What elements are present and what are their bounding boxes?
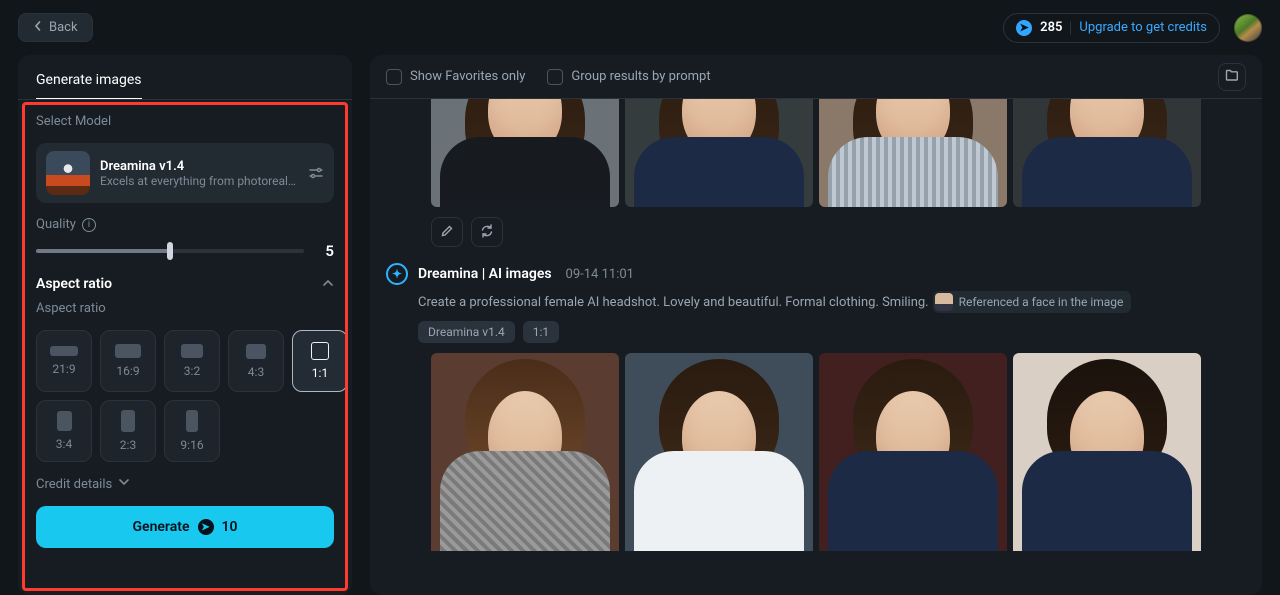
credit-details-label: Credit details [36, 477, 112, 492]
aspect-ratio-grid: 21:9 16:9 3:2 4:3 1:1 3:4 2:3 9:16 [36, 330, 334, 462]
back-label: Back [49, 20, 78, 35]
tab-generate-images[interactable]: Generate images [36, 72, 142, 100]
checkbox-label: Show Favorites only [410, 69, 525, 84]
result-image[interactable] [625, 99, 813, 207]
quality-value: 5 [318, 242, 334, 260]
model-description: Excels at everything from photoreali… [100, 174, 298, 188]
checkbox-icon [547, 69, 563, 85]
pencil-icon [440, 223, 454, 242]
credit-icon: ➤ [1016, 20, 1032, 36]
separator [1070, 21, 1071, 35]
ratio-shape-icon [181, 344, 203, 358]
ratio-label: 21:9 [52, 362, 75, 376]
aspect-16-9[interactable]: 16:9 [100, 330, 156, 392]
result-image[interactable] [431, 99, 619, 207]
generation-chip[interactable]: Dreamina v1.4 [418, 321, 515, 343]
ratio-shape-icon [246, 344, 266, 359]
sliders-icon[interactable] [308, 165, 324, 181]
ratio-label: 16:9 [116, 364, 139, 378]
header-right: ➤ 285 Upgrade to get credits [1003, 13, 1262, 43]
settings-panel: Generate images Select Model Dreamina v1… [18, 55, 352, 595]
regenerate-button[interactable] [471, 217, 503, 247]
checkbox-icon [386, 69, 402, 85]
edit-button[interactable] [431, 217, 463, 247]
generate-button[interactable]: Generate ➤ 10 [36, 506, 334, 548]
ratio-label: 3:4 [56, 437, 72, 451]
slider-handle[interactable] [167, 242, 173, 260]
generation-title: Dreamina | AI images [418, 266, 552, 282]
generate-label: Generate [133, 519, 190, 535]
result-image[interactable] [431, 353, 619, 551]
refresh-icon [480, 223, 494, 242]
credit-count: 285 [1040, 20, 1062, 35]
credit-details-toggle[interactable]: Credit details [36, 476, 334, 492]
generate-cost: 10 [222, 519, 238, 535]
chevron-down-icon [118, 476, 130, 492]
folder-button[interactable] [1218, 63, 1246, 91]
aspect-1-1[interactable]: 1:1 [292, 330, 348, 392]
results-toolbar: Show Favorites only Group results by pro… [370, 55, 1262, 99]
source-badge-icon: ✦ [386, 263, 408, 285]
ratio-shape-icon [115, 344, 141, 358]
model-selector[interactable]: Dreamina v1.4 Excels at everything from … [36, 143, 334, 203]
aspect-3-2[interactable]: 3:2 [164, 330, 220, 392]
ratio-shape-icon [57, 411, 72, 431]
info-icon[interactable]: i [82, 218, 96, 232]
result-image[interactable] [625, 353, 813, 551]
generation-header: ✦ Dreamina | AI images 09-14 11:01 [386, 263, 1246, 285]
credit-icon: ➤ [198, 519, 214, 535]
aspect-21-9[interactable]: 21:9 [36, 330, 92, 392]
ratio-shape-icon [121, 410, 135, 432]
aspect-2-3[interactable]: 2:3 [100, 400, 156, 462]
chevron-up-icon [322, 274, 334, 293]
ratio-label: 1:1 [312, 366, 328, 380]
ratio-shape-icon [50, 346, 78, 356]
topbar: Back ➤ 285 Upgrade to get credits [0, 0, 1280, 55]
reference-label: Referenced a face in the image [959, 295, 1124, 309]
quality-label: Quality [36, 217, 76, 232]
results-panel: Show Favorites only Group results by pro… [370, 55, 1262, 595]
ratio-label: 2:3 [120, 438, 136, 452]
prompt-text: Create a professional female AI headshot… [418, 295, 929, 310]
model-name: Dreamina v1.4 [100, 159, 298, 174]
result-image[interactable] [1013, 353, 1201, 551]
reference-chip[interactable]: Referenced a face in the image [933, 291, 1132, 313]
ratio-label: 3:2 [184, 364, 200, 378]
checkbox-label: Group results by prompt [571, 69, 710, 84]
aspect-header: Aspect ratio [36, 276, 112, 292]
folder-icon [1225, 67, 1239, 86]
generation-chip[interactable]: 1:1 [523, 321, 559, 343]
user-avatar[interactable] [1234, 14, 1262, 42]
select-model-label: Select Model [36, 114, 334, 129]
ratio-label: 9:16 [180, 438, 203, 452]
generation-chips: Dreamina v1.4 1:1 [418, 321, 1246, 343]
aspect-9-16[interactable]: 9:16 [164, 400, 220, 462]
credits-pill[interactable]: ➤ 285 Upgrade to get credits [1003, 13, 1220, 43]
generation-prompt[interactable]: Create a professional female AI headshot… [418, 291, 1246, 313]
generation-time: 09-14 11:01 [566, 267, 634, 282]
aspect-4-3[interactable]: 4:3 [228, 330, 284, 392]
show-favorites-checkbox[interactable]: Show Favorites only [386, 69, 525, 85]
chevron-left-icon [33, 20, 43, 35]
ratio-shape-icon [311, 342, 329, 360]
upgrade-link[interactable]: Upgrade to get credits [1079, 20, 1207, 35]
aspect-ratio-section[interactable]: Aspect ratio [36, 274, 334, 293]
reference-thumbnail [935, 293, 953, 311]
result-image[interactable] [819, 353, 1007, 551]
group-by-prompt-checkbox[interactable]: Group results by prompt [547, 69, 710, 85]
quality-slider[interactable] [36, 249, 304, 253]
result-image[interactable] [819, 99, 1007, 207]
back-button[interactable]: Back [18, 13, 93, 42]
model-thumbnail [46, 151, 90, 195]
aspect-3-4[interactable]: 3:4 [36, 400, 92, 462]
ratio-label: 4:3 [248, 365, 264, 379]
aspect-ratio-label: Aspect ratio [36, 301, 334, 316]
ratio-shape-icon [186, 410, 198, 432]
result-image[interactable] [1013, 99, 1201, 207]
